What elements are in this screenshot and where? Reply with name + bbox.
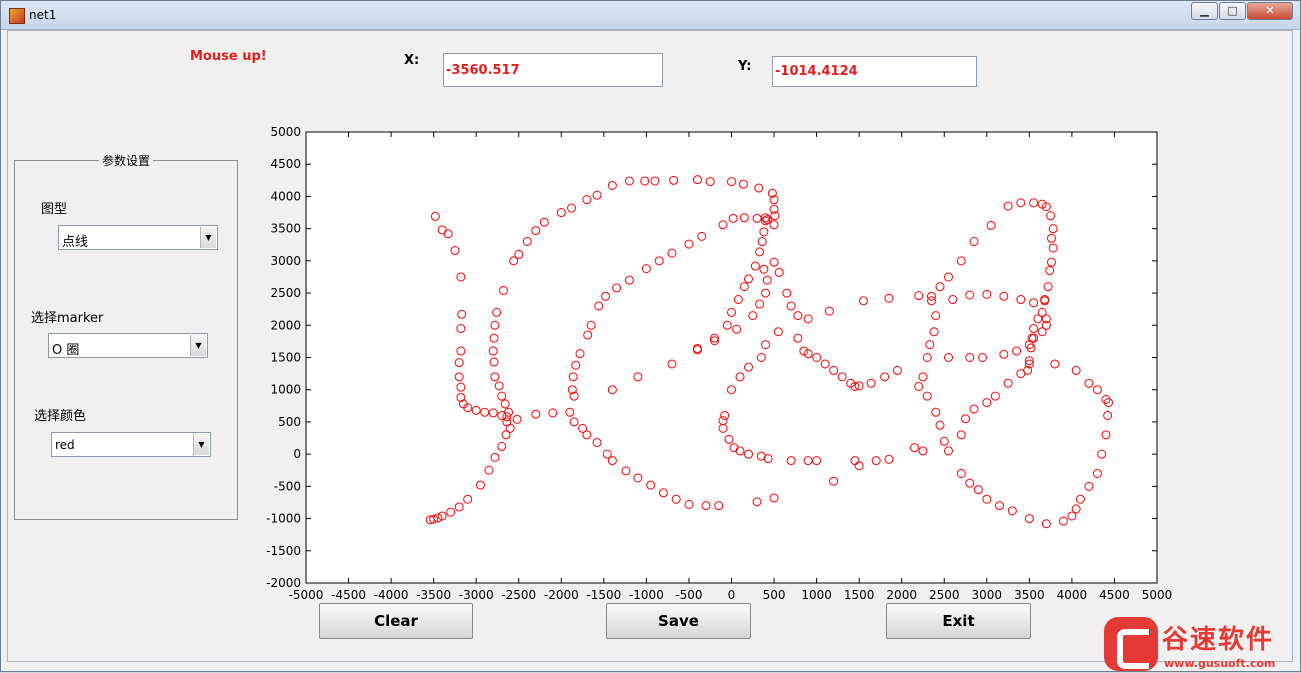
save-button[interactable]: Save [606, 603, 751, 639]
x-tick-label: -4500 [331, 588, 366, 602]
y-tick-label: 2500 [270, 286, 301, 300]
y-tick-label: -2000 [266, 576, 301, 590]
x-tick-label: -1500 [586, 588, 621, 602]
watermark-logo: 谷速软件 www.gusuoft.com [1104, 617, 1301, 673]
x-tick-label: -1000 [629, 588, 664, 602]
x-tick-label: -5000 [289, 588, 324, 602]
x-tick-label: 2000 [886, 588, 917, 602]
x-tick-label: -2500 [501, 588, 536, 602]
x-tick-label: 1500 [844, 588, 875, 602]
x-tick-label: -2000 [544, 588, 579, 602]
y-tick-label: 4500 [270, 157, 301, 171]
y-tick-label: 1500 [270, 351, 301, 365]
close-button[interactable]: ✕ [1247, 2, 1293, 20]
x-tick-label: -3000 [459, 588, 494, 602]
y-tick-label: 2000 [270, 318, 301, 332]
x-tick-label: 4500 [1099, 588, 1130, 602]
x-tick-label: 1000 [801, 588, 832, 602]
x-tick-label: 500 [763, 588, 786, 602]
minimize-button[interactable]: ▁ [1191, 2, 1218, 20]
window-titlebar[interactable]: net1 ▁ □ ✕ [1, 1, 1300, 30]
maximize-button[interactable]: □ [1219, 2, 1246, 20]
x-tick-label: -4000 [374, 588, 409, 602]
y-tick-label: -1000 [266, 512, 301, 526]
window-title: net1 [29, 8, 57, 22]
x-tick-label: -500 [675, 588, 702, 602]
watermark-url: www.gusuoft.com [1164, 657, 1276, 670]
scatter-chart[interactable]: -5000 -4500 -4000 -3500 -3000 -2500 -2000 -1500… [8, 31, 1292, 611]
exit-button[interactable]: Exit [886, 603, 1031, 639]
y-tick-label: 3000 [270, 254, 301, 268]
x-tick-label: 2500 [929, 588, 960, 602]
matlab-figure-icon [9, 8, 25, 24]
watermark-name: 谷速软件 [1162, 625, 1275, 655]
y-tick-label: 500 [278, 415, 301, 429]
figure-client-area: Mouse up! X: -3560.517 Y: -1014.4124 参数设… [7, 30, 1293, 662]
y-tick-label: 5000 [270, 125, 301, 139]
matlab-figure-window: net1 ▁ □ ✕ Mouse up! X: -3560.517 Y: -10… [0, 0, 1301, 672]
y-tick-label: 1000 [270, 383, 301, 397]
x-tick-label: 3000 [972, 588, 1003, 602]
watermark-mark-icon [1104, 617, 1158, 671]
y-tick-label: 0 [293, 447, 301, 461]
x-tick-label: -3500 [416, 588, 451, 602]
x-tick-label: 3500 [1014, 588, 1045, 602]
y-tick-label: 3500 [270, 222, 301, 236]
y-tick-label: -1500 [266, 544, 301, 558]
y-tick-label: -500 [274, 479, 301, 493]
x-tick-label: 4000 [1057, 588, 1088, 602]
y-tick-label: 4000 [270, 189, 301, 203]
x-tick-label: 0 [728, 588, 736, 602]
x-tick-label: 5000 [1142, 588, 1173, 602]
clear-button[interactable]: Clear [319, 603, 473, 639]
